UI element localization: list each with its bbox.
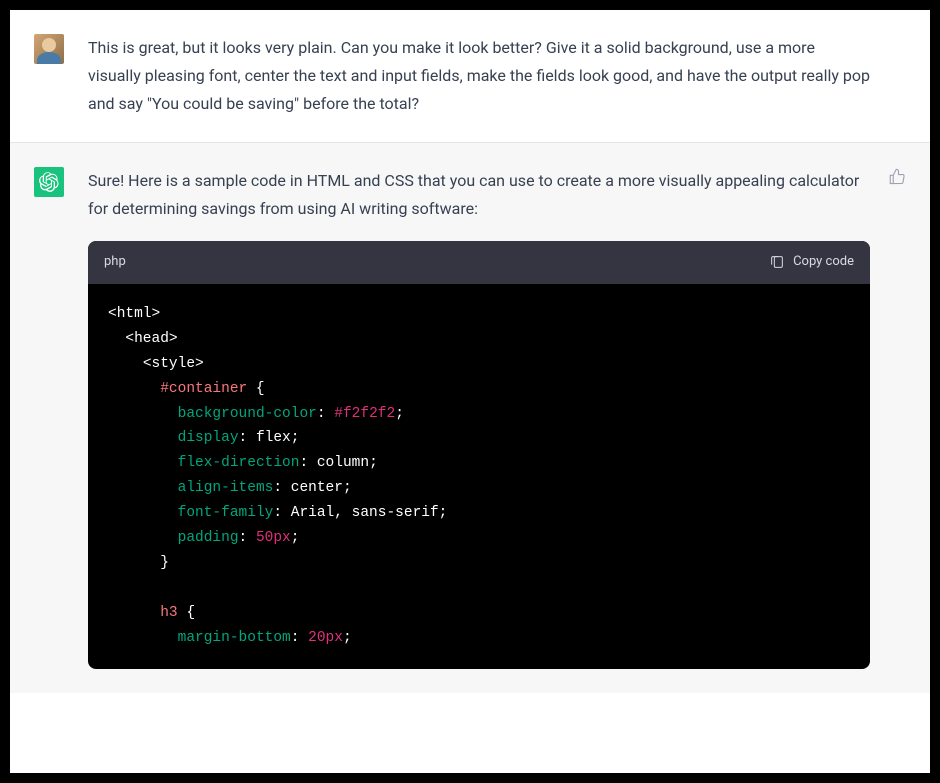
copy-code-label: Copy code <box>793 251 854 274</box>
openai-logo-icon <box>39 172 59 192</box>
user-message-text: This is great, but it looks very plain. … <box>88 34 870 118</box>
code-content[interactable]: <html> <head> <style> #container { backg… <box>88 284 870 669</box>
user-avatar <box>34 34 64 64</box>
assistant-avatar <box>34 167 64 197</box>
assistant-message: Sure! Here is a sample code in HTML and … <box>10 142 930 693</box>
user-message: This is great, but it looks very plain. … <box>10 10 930 142</box>
feedback-thumbs-up-button[interactable] <box>888 167 906 189</box>
copy-code-button[interactable]: Copy code <box>769 251 854 274</box>
code-language-label: php <box>104 251 126 274</box>
clipboard-icon <box>769 254 785 270</box>
assistant-intro-text: Sure! Here is a sample code in HTML and … <box>88 167 870 223</box>
code-block-header: php Copy code <box>88 241 870 284</box>
thumbs-up-icon <box>888 167 906 185</box>
code-block: php Copy code <html> <head> <style> #con… <box>88 241 870 669</box>
chat-container: This is great, but it looks very plain. … <box>10 10 930 773</box>
assistant-message-content: Sure! Here is a sample code in HTML and … <box>88 167 870 669</box>
